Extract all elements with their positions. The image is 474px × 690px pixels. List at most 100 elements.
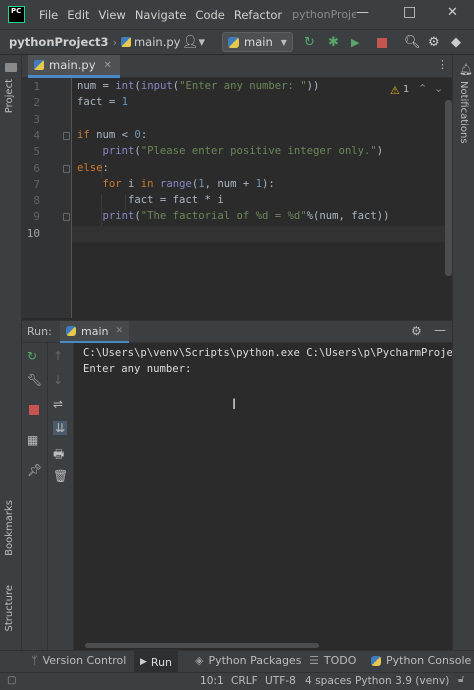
edit-configuration-icon[interactable]: 🔧︎	[27, 373, 42, 387]
settings-icon[interactable]: ⚙	[428, 35, 440, 50]
tab-main-py[interactable]: main.py ✕	[28, 55, 120, 78]
layout-icon[interactable]: ▢	[7, 675, 16, 686]
scroll-to-end-icon[interactable]: ⇊	[53, 421, 68, 435]
user-icon[interactable]: 👤︎▾	[182, 35, 205, 50]
line-separator[interactable]: CRLF	[231, 675, 258, 687]
code-line[interactable]: else:	[77, 162, 109, 174]
project-tool-button[interactable]: Project	[4, 79, 15, 113]
search-icon[interactable]: 🔍︎	[404, 35, 421, 50]
code-token: range	[159, 177, 192, 190]
fold-marker-icon[interactable]	[63, 213, 70, 222]
notifications-tool-button[interactable]: Notifications	[458, 81, 469, 144]
run-tool-button[interactable]: ▶ Run	[134, 651, 179, 673]
more-tabs-icon[interactable]: ⋮	[437, 58, 448, 71]
run-configuration-select[interactable]: main ▼	[222, 32, 293, 52]
code-token: input	[140, 80, 173, 92]
layout-icon[interactable]: ▦	[27, 433, 38, 447]
code-token: 1	[121, 96, 129, 109]
todo-button[interactable]: ☰ TODO	[309, 654, 356, 667]
lock-icon[interactable]: 🔓︎	[458, 674, 464, 685]
run-console[interactable]: C:\Users\p\venv\Scripts\python.exe C:\Us…	[74, 343, 452, 650]
rerun-icon[interactable]: ↻	[27, 349, 37, 363]
console-horizontal-scrollbar[interactable]	[85, 643, 319, 648]
pin-icon[interactable]: 📌︎	[27, 463, 42, 477]
caret-position[interactable]: 10:1	[200, 675, 224, 687]
run-tab-label: main	[81, 324, 109, 338]
python-icon	[228, 36, 239, 48]
close-window-button[interactable]: ✕	[447, 5, 458, 20]
menu-refactor[interactable]: Refactor	[234, 8, 282, 22]
settings-icon[interactable]: ⚙	[411, 324, 422, 338]
stop-icon[interactable]	[29, 405, 39, 415]
breadcrumb-project[interactable]: pythonProject3	[9, 35, 109, 49]
maximize-button[interactable]: □	[403, 4, 416, 20]
indent-setting[interactable]: 4 spaces	[305, 675, 352, 687]
fold-marker-icon[interactable]	[63, 164, 70, 173]
list-icon: ☰	[309, 654, 319, 667]
run-panel-label: Run:	[27, 325, 52, 338]
code-line[interactable]: print("The factorial of %d = %d"%(num, f…	[77, 210, 390, 222]
version-control-button[interactable]: ᛘ Version Control	[31, 654, 126, 667]
menu-file[interactable]: File	[39, 8, 58, 22]
structure-tool-button[interactable]: Structure	[4, 585, 15, 632]
code-line[interactable]: print("Please enter positive integer onl…	[77, 145, 384, 158]
code-token: else	[77, 161, 103, 174]
hide-panel-icon[interactable]: —	[434, 323, 446, 337]
code-line[interactable]: fact = 1	[77, 96, 128, 108]
down-arrow-icon[interactable]: ↓	[53, 373, 63, 387]
run-tab-main[interactable]: main ✕	[60, 321, 130, 343]
coverage-icon[interactable]: ▶	[351, 36, 359, 49]
code-token: "Please enter positive integer only."	[140, 145, 377, 158]
menu-view[interactable]: View	[99, 8, 126, 22]
bottom-tool-bar: ᛘ Version Control ▶ Run ◈ Python Package…	[0, 650, 474, 673]
todo-label: TODO	[323, 654, 357, 667]
debug-icon[interactable]: ✱	[328, 35, 339, 50]
line-number: 7	[33, 177, 40, 191]
python-packages-button[interactable]: ◈ Python Packages	[195, 654, 301, 667]
code-token: for	[102, 177, 122, 190]
code-token: in	[140, 177, 154, 190]
print-icon[interactable]: 🖶︎	[53, 445, 64, 466]
rerun-icon[interactable]: ↻	[304, 35, 315, 50]
minimize-button[interactable]: —	[356, 5, 369, 20]
trash-icon[interactable]: 🗑︎	[53, 469, 68, 483]
next-highlight-icon[interactable]: ⌄	[434, 82, 443, 95]
stop-icon[interactable]	[377, 38, 387, 48]
fold-marker-icon[interactable]	[63, 131, 70, 140]
run-tool-label: Run	[150, 655, 173, 669]
notifications-bell-icon[interactable]: 🔔︎	[459, 63, 473, 76]
python-interpreter[interactable]: Python 3.9 (venv)	[355, 675, 449, 687]
close-tab-icon[interactable]: ✕	[115, 326, 123, 336]
up-arrow-icon[interactable]: ↑	[53, 349, 63, 363]
code-line[interactable]: num = int(input("Enter any number: "))	[77, 80, 319, 92]
code-line[interactable]: fact = fact * i	[77, 194, 224, 206]
jetbrains-logo-icon[interactable]: ◆	[451, 35, 461, 50]
soft-wrap-icon[interactable]: ⇌	[53, 397, 63, 411]
python-console-button[interactable]: Python Console	[371, 654, 471, 667]
warning-icon[interactable]: ⚠	[390, 84, 400, 97]
close-tab-icon[interactable]: ✕	[104, 60, 112, 71]
line-number: 6	[33, 161, 40, 175]
version-control-label: Version Control	[42, 654, 127, 667]
current-line-highlight	[22, 226, 446, 242]
project-folder-icon[interactable]	[5, 63, 17, 72]
bookmarks-tool-button[interactable]: Bookmarks	[4, 500, 15, 556]
breadcrumb-file[interactable]: main.py	[134, 35, 181, 49]
menu-edit[interactable]: Edit	[67, 8, 89, 22]
code-editor[interactable]: 1 2 3 4 5 6 7 8 9 10 num = int(input("Enter any n…	[22, 78, 452, 318]
code-token: :	[140, 128, 148, 141]
code-line[interactable]: for i in range(1, num + 1):	[77, 178, 275, 190]
editor-scrollbar[interactable]	[445, 100, 452, 276]
previous-highlight-icon[interactable]: ⌃	[418, 82, 427, 95]
console-line: Enter any number:	[83, 363, 192, 375]
editor-tab-bar: main.py ✕ ⋮	[22, 55, 452, 78]
menu-code[interactable]: Code	[195, 8, 224, 22]
warnings-count[interactable]: 1	[403, 84, 409, 95]
line-number: 5	[33, 145, 40, 159]
run-actions-toolbar: ↻ 🔧︎ ▦ 📌︎	[22, 343, 48, 650]
file-encoding[interactable]: UTF-8	[265, 675, 296, 687]
menu-navigate[interactable]: Navigate	[135, 8, 187, 22]
code-line[interactable]: if num < 0:	[77, 129, 147, 141]
